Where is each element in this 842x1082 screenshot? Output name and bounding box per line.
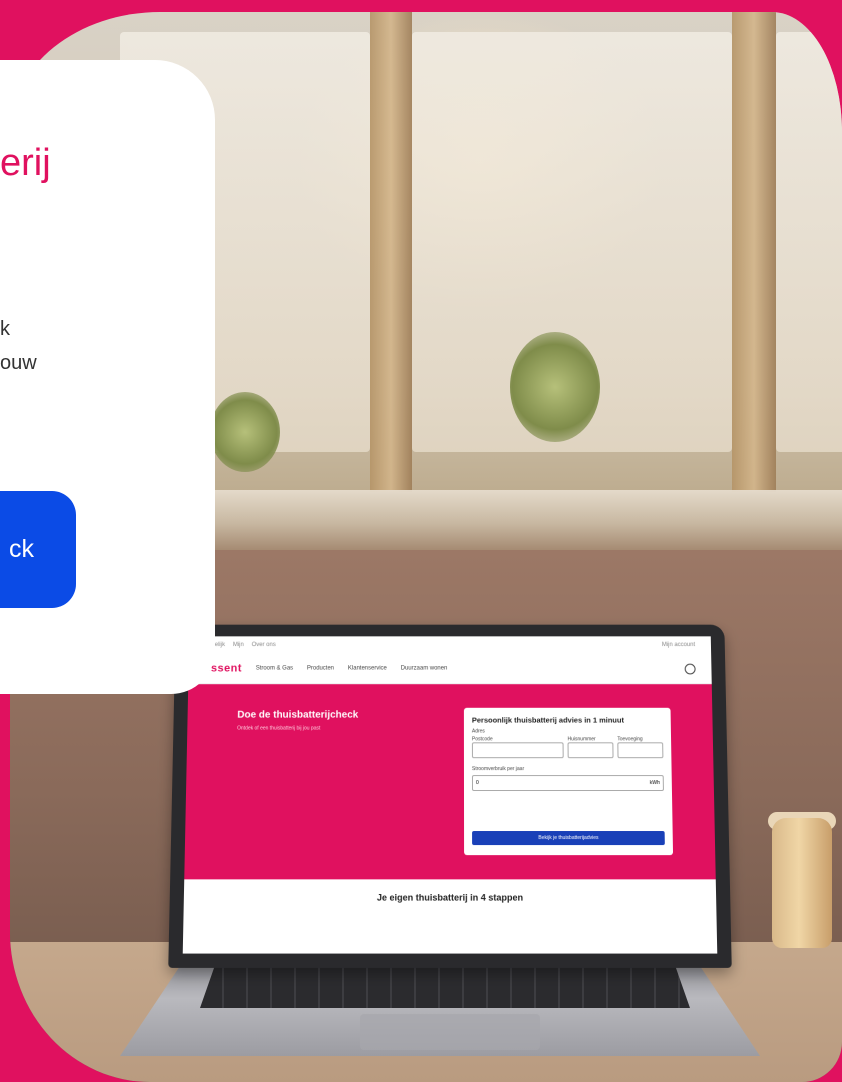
mini-housenumber-input[interactable] — [567, 742, 614, 759]
laptop-screen: Zakelijk Mijn Over ons Mijn account esse… — [182, 636, 718, 954]
mini-nav-item[interactable]: Duurzaam wonen — [401, 666, 448, 672]
card-body-line: k — [0, 318, 10, 340]
check-cta-button[interactable]: ck — [0, 491, 76, 608]
mini-hero: Doe de thuisbatterijcheck Ontdek of een … — [184, 684, 716, 880]
mini-topbar: Zakelijk Mijn Over ons Mijn account — [189, 636, 711, 654]
mini-nav-item[interactable]: Klantenservice — [348, 666, 387, 672]
mini-bottom-heading: Je eigen thuisbatterij in 4 stappen — [376, 892, 524, 903]
mini-form-title: Persoonlijk thuisbatterij advies in 1 mi… — [471, 715, 625, 725]
mini-nav-item[interactable]: Producten — [307, 666, 334, 672]
mini-addition-input[interactable] — [617, 742, 664, 759]
mini-address-label: Adres — [471, 728, 485, 735]
laptop-trackpad — [360, 1014, 540, 1050]
card-body: k ouw — [0, 312, 68, 380]
search-icon[interactable] — [684, 663, 696, 674]
mini-toplink[interactable]: Mijn — [233, 642, 244, 648]
plant-left — [210, 392, 280, 472]
card-title: erij — [0, 142, 51, 184]
mini-usage-value: 0 — [475, 780, 479, 787]
card-body-line: ouw — [0, 352, 37, 374]
mini-account-link[interactable]: Mijn account — [662, 642, 695, 648]
coffee-cup — [772, 818, 832, 948]
window-post-right — [732, 12, 776, 492]
mini-usage-label: Stroomverbruik per jaar — [471, 766, 525, 773]
mini-nav-item[interactable]: Stroom & Gas — [256, 666, 293, 672]
plant-center — [510, 332, 600, 442]
mini-navbar: essent Stroom & Gas Producten Klantenser… — [188, 653, 712, 685]
mini-usage-unit: kWh — [649, 780, 660, 787]
window-post-left — [370, 12, 412, 492]
mini-usage-input[interactable]: 0 kWh — [471, 775, 664, 792]
mini-hero-subtitle: Ontdek of een thuisbatterij bij jou past — [237, 725, 321, 732]
mini-hero-title: Doe de thuisbatterijcheck — [237, 709, 359, 721]
mini-postcode-input[interactable] — [471, 742, 564, 759]
window-pane-right — [776, 32, 842, 452]
mini-toplink[interactable]: Over ons — [252, 642, 276, 648]
mini-advice-form: Persoonlijk thuisbatterij advies in 1 mi… — [463, 707, 674, 856]
laptop-lid: Zakelijk Mijn Over ons Mijn account esse… — [168, 624, 732, 968]
laptop-keyboard — [200, 966, 690, 1008]
mini-submit-button[interactable]: Bekijk je thuisbatterijadvies — [472, 831, 665, 846]
